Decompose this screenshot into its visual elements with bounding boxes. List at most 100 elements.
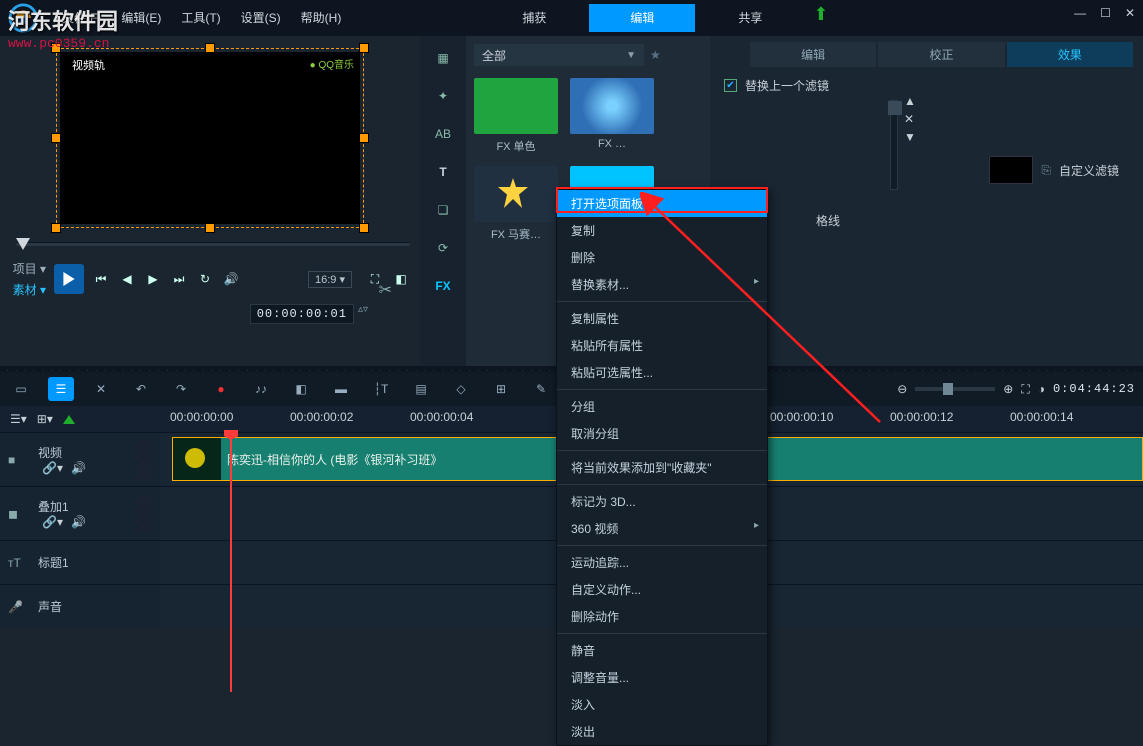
opt-switch-grid[interactable]: 格线 (816, 212, 840, 229)
goto-start-icon[interactable]: ⏮ (92, 270, 110, 288)
subtitle-icon[interactable]: ▤ (408, 377, 434, 401)
volume-icon[interactable]: 🔊 (222, 270, 240, 288)
ctx-add-fav[interactable]: 将当前效果添加到"收藏夹" (557, 454, 767, 481)
lib-tab-media[interactable]: ▦ (427, 44, 459, 72)
fx-thumb-1[interactable]: FX 单色 (474, 78, 558, 154)
custom-filter-icon[interactable]: ⎘ (1041, 163, 1051, 178)
slider-up-icon[interactable]: ▲ (904, 94, 916, 108)
zoom-in-icon[interactable]: ⊕ (1003, 382, 1013, 396)
ctx-copy[interactable]: 复制 (557, 217, 767, 244)
replace-filter-checkbox[interactable]: ✔ (724, 79, 737, 92)
seek-bar[interactable] (16, 242, 410, 254)
mode-clip[interactable]: 素材 ▾ (10, 281, 46, 298)
ctx-fadeout[interactable]: 淡出 (557, 718, 767, 745)
opt-tab-effect[interactable]: 效果 (1007, 42, 1133, 67)
ctx-ungroup[interactable]: 取消分组 (557, 420, 767, 447)
handle-bl[interactable] (51, 223, 61, 233)
tracks-add-icon[interactable]: ⊞▾ (37, 412, 53, 426)
upload-icon[interactable]: ⬆ (813, 4, 828, 32)
ctx-volume[interactable]: 调整音量... (557, 664, 767, 691)
handle-br[interactable] (359, 223, 369, 233)
opt-tab-correct[interactable]: 校正 (878, 42, 1004, 67)
ctx-paste-sel[interactable]: 粘贴可选属性... (557, 359, 767, 386)
chapter-icon[interactable]: ┆T (368, 377, 394, 401)
scissors-icon[interactable]: ✂ (379, 280, 392, 300)
tab-share[interactable]: 共享 (697, 4, 803, 32)
ctx-del-motion[interactable]: 删除动作 (557, 603, 767, 630)
collapse-icon[interactable] (63, 415, 75, 424)
ctx-360[interactable]: 360 视频 (557, 515, 767, 542)
settings-icon[interactable]: ◑ (1038, 382, 1045, 396)
goto-end-icon[interactable]: ⏭ (170, 270, 188, 288)
close-button[interactable]: ✕ (1125, 6, 1135, 20)
aspect-ratio[interactable]: 16:9 ▾ (308, 271, 352, 288)
maximize-button[interactable]: ☐ (1100, 6, 1111, 20)
lib-tab-transition[interactable]: AB (427, 120, 459, 148)
handle-ml[interactable] (51, 133, 61, 143)
opt-tab-edit[interactable]: 编辑 (750, 42, 876, 67)
track-head-title[interactable]: ᴛT 标题1 (0, 541, 160, 584)
menu-file[interactable]: 文件(F) (52, 0, 111, 36)
slider-del-icon[interactable]: ✕ (904, 112, 916, 126)
play-button[interactable] (54, 264, 84, 294)
custom-filter-label[interactable]: 自定义滤镜 (1059, 162, 1119, 179)
fx-thumb-2[interactable]: FX … (570, 78, 654, 154)
playhead[interactable] (230, 432, 232, 692)
favorite-icon[interactable]: ★ (650, 48, 661, 62)
menu-settings[interactable]: 设置(S) (231, 0, 291, 36)
filter-slider[interactable] (890, 100, 898, 190)
audio-mixer-icon[interactable]: ♪♪ (248, 377, 274, 401)
link-icon[interactable]: 🔗▾ (42, 461, 63, 475)
timeline-view-icon[interactable]: ☰ (48, 377, 74, 401)
fx-thumb-3[interactable]: FX 马赛… (474, 166, 558, 242)
link-icon-2[interactable]: 🔗▾ (42, 515, 63, 529)
track-head-video[interactable]: ■ 视频 🔗▾🔊 (0, 433, 160, 486)
track-head-overlay[interactable]: ◼ 叠加1 🔗▾🔊 (0, 487, 160, 540)
minimize-button[interactable]: — (1074, 6, 1086, 20)
tab-edit[interactable]: 编辑 (589, 4, 695, 32)
ctx-fadein[interactable]: 淡入 (557, 691, 767, 718)
handle-tc[interactable] (205, 43, 215, 53)
tc-spinner-icon[interactable]: ▵▿ (358, 304, 368, 324)
slider-down-icon[interactable]: ▼ (904, 130, 916, 144)
track-head-audio[interactable]: 🎤 声音 (0, 585, 160, 628)
track-motion-icon[interactable]: ◇ (448, 377, 474, 401)
zoom-slider[interactable] (915, 387, 995, 391)
ctx-group[interactable]: 分组 (557, 393, 767, 420)
zoom-out-icon[interactable]: ⊖ (897, 382, 907, 396)
ctx-mute[interactable]: 静音 (557, 637, 767, 664)
handle-mr[interactable] (359, 133, 369, 143)
ctx-open-options[interactable]: 打开选项面板 (557, 190, 767, 217)
split-view-icon[interactable]: ◧ (392, 270, 410, 288)
mode-project[interactable]: 项目 ▾ (10, 260, 46, 277)
handle-tr[interactable] (359, 43, 369, 53)
lib-tab-sparkle[interactable]: ✦ (427, 82, 459, 110)
tab-capture[interactable]: 捕获 (481, 4, 587, 32)
multicam-icon[interactable]: ⊞ (488, 377, 514, 401)
loop-icon[interactable]: ↻ (196, 270, 214, 288)
lib-tab-title[interactable]: T (427, 158, 459, 186)
ctx-custom-motion[interactable]: 自定义动作... (557, 576, 767, 603)
lib-filter-dropdown[interactable]: 全部▼ (474, 44, 644, 66)
mute-icon-2[interactable]: 🔊 (71, 515, 86, 529)
ctx-paste-all[interactable]: 粘贴所有属性 (557, 332, 767, 359)
handle-bc[interactable] (205, 223, 215, 233)
lib-tab-path[interactable]: ⟳ (427, 234, 459, 262)
menu-tools[interactable]: 工具(T) (171, 0, 230, 36)
marker-icon[interactable]: ▬ (328, 377, 354, 401)
ctx-replace[interactable]: 替换素材... (557, 271, 767, 298)
auto-music-icon[interactable]: ◧ (288, 377, 314, 401)
filter-preview-box[interactable] (989, 156, 1033, 184)
handle-tl[interactable] (51, 43, 61, 53)
menu-edit[interactable]: 编辑(E) (111, 0, 171, 36)
ctx-copy-attr[interactable]: 复制属性 (557, 305, 767, 332)
lib-tab-overlay[interactable]: ❏ (427, 196, 459, 224)
mute-icon[interactable]: 🔊 (71, 461, 86, 475)
mask-icon[interactable]: ✎ (528, 377, 554, 401)
tools-icon[interactable]: ✕ (88, 377, 114, 401)
record-icon[interactable]: ● (208, 377, 234, 401)
menu-help[interactable]: 帮助(H) (291, 0, 352, 36)
redo-icon[interactable]: ↷ (168, 377, 194, 401)
tracks-menu-icon[interactable]: ☰▾ (10, 412, 27, 426)
fit-project-icon[interactable]: ⛶ (1021, 382, 1029, 397)
